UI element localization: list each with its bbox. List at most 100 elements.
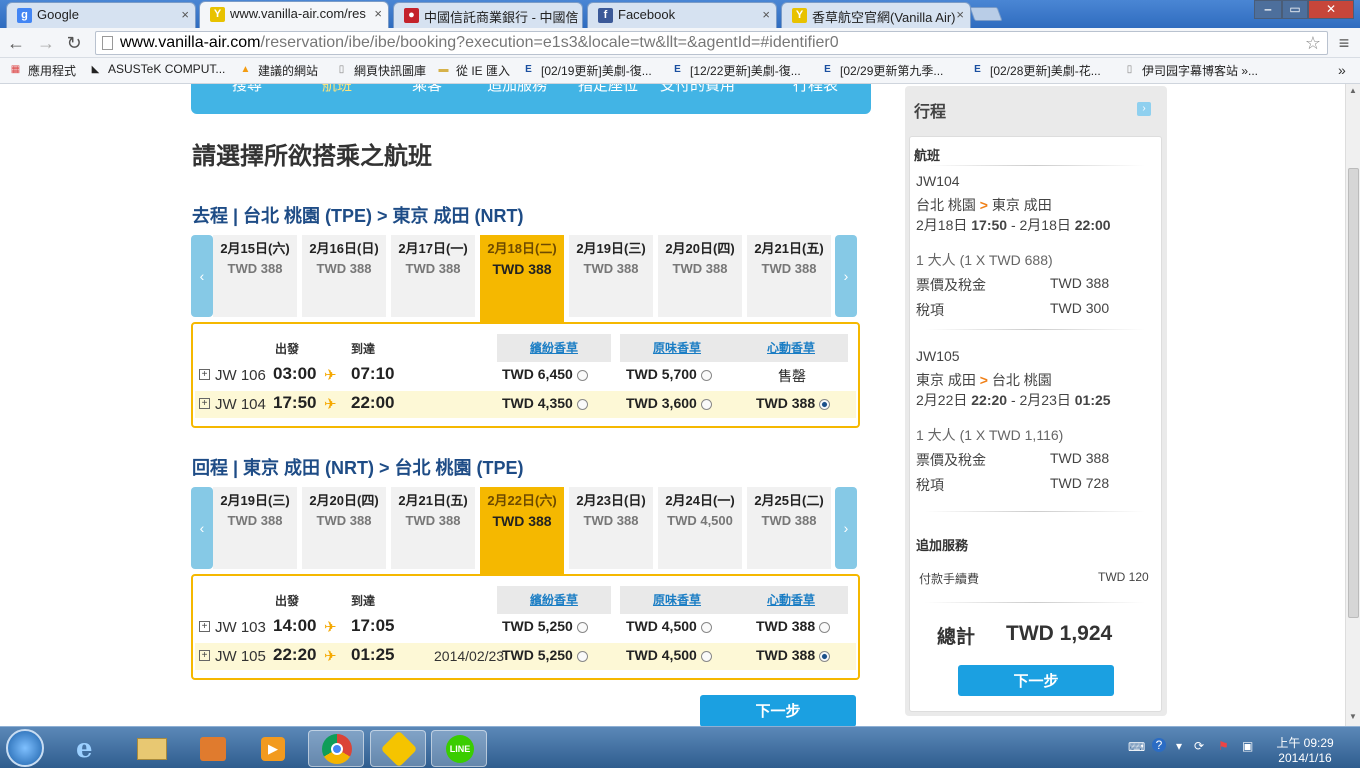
date-option[interactable]: 2月24日(一) TWD 4,500 [658, 487, 742, 569]
new-tab-button[interactable] [969, 7, 1003, 21]
step-item[interactable]: 乘客 [412, 84, 442, 95]
fare-radio[interactable] [576, 370, 588, 381]
chrome-icon[interactable] [308, 730, 364, 767]
flag-icon[interactable]: ⚑ [1218, 739, 1229, 753]
back-icon[interactable]: ← [5, 32, 27, 54]
fare-price[interactable]: TWD 5,250 [502, 618, 588, 634]
fare-price[interactable]: TWD 388 [756, 618, 831, 634]
date-option[interactable]: 2月22日(六) TWD 388 [480, 487, 564, 577]
fare-price[interactable]: TWD 5,250 [502, 647, 588, 663]
collapse-arrow-icon[interactable]: › [1137, 102, 1151, 116]
next-date-arrow[interactable]: › [835, 487, 857, 569]
clock-time[interactable]: 上午 09:29 [1268, 734, 1342, 751]
close-tab-icon[interactable]: × [374, 6, 382, 21]
date-option[interactable]: 2月21日(五) TWD 388 [747, 235, 831, 317]
fare-type-link[interactable]: 繽紛香草 [530, 593, 578, 607]
date-option[interactable]: 2月25日(二) TWD 388 [747, 487, 831, 569]
browser-tab[interactable]: ● 中國信託商業銀行 - 中國信 × [393, 2, 583, 28]
clock-date[interactable]: 2014/1/16 [1268, 751, 1342, 765]
fare-price[interactable]: TWD 4,500 [626, 618, 712, 634]
forward-icon[interactable]: → [35, 32, 57, 54]
date-option[interactable]: 2月20日(四) TWD 388 [302, 487, 386, 569]
fare-radio[interactable] [819, 622, 831, 633]
more-bookmarks[interactable]: » [1338, 62, 1346, 78]
bookmark-item[interactable]: ◣ ASUSTeK COMPUT... [88, 62, 226, 76]
fare-type-link[interactable]: 繽紛香草 [530, 341, 578, 355]
start-button-icon[interactable] [6, 729, 44, 767]
fare-type-header[interactable]: 心動香草 [734, 334, 848, 362]
prev-date-arrow[interactable]: ‹ [191, 235, 213, 317]
file-explorer-icon[interactable] [123, 730, 179, 767]
date-option[interactable]: 2月17日(一) TWD 388 [391, 235, 475, 317]
fare-price[interactable]: TWD 4,350 [502, 395, 588, 411]
step-item[interactable]: 航班 [322, 84, 352, 95]
fare-price[interactable]: TWD 6,450 [502, 366, 588, 382]
bookmark-item[interactable]: E [02/19更新]美劇-復... [521, 62, 652, 79]
tray-expand-icon[interactable]: ▾ [1176, 739, 1182, 753]
fare-type-header[interactable]: 原味香草 [620, 334, 734, 362]
date-option[interactable]: 2月18日(二) TWD 388 [480, 235, 564, 325]
sidebar-next-button[interactable]: 下一步 [958, 665, 1114, 696]
line-icon[interactable]: LINE [431, 730, 487, 767]
fare-radio[interactable] [700, 651, 712, 662]
fare-price[interactable]: TWD 388 [756, 395, 831, 411]
step-item[interactable]: 指定座位 [578, 84, 638, 95]
bookmark-item[interactable]: E [12/22更新]美劇-復... [670, 62, 801, 79]
address-bar[interactable]: www.vanilla-air.com/reservation/ibe/ibe/… [95, 31, 1328, 55]
sync-icon[interactable]: ⟳ [1194, 739, 1204, 753]
network-icon[interactable]: ▣ [1242, 739, 1253, 753]
scrollbar-thumb[interactable] [1348, 168, 1359, 618]
fare-radio[interactable] [819, 399, 831, 410]
browser-tab[interactable]: f Facebook × [587, 2, 777, 28]
close-tab-icon[interactable]: × [762, 7, 770, 22]
star-icon[interactable]: ☆ [1305, 32, 1321, 54]
expand-icon[interactable]: + [199, 621, 210, 632]
expand-icon[interactable]: + [199, 650, 210, 661]
expand-icon[interactable]: + [199, 398, 210, 409]
help-icon[interactable]: ? [1152, 738, 1166, 752]
expand-icon[interactable]: + [199, 369, 210, 380]
maximize-button[interactable]: ▭ [1282, 0, 1308, 19]
fare-radio[interactable] [819, 651, 831, 662]
browser-tab[interactable]: Ywww.vanilla-air.com/res × [199, 1, 389, 28]
fare-type-header[interactable]: 心動香草 [734, 586, 848, 614]
bookmark-item[interactable]: ▯ 伊司园字幕博客站 »... [1122, 62, 1258, 79]
internet-explorer-icon[interactable]: e [62, 730, 118, 767]
fare-type-header[interactable]: 繽紛香草 [497, 586, 611, 614]
fare-type-header[interactable]: 原味香草 [620, 586, 734, 614]
date-option[interactable]: 2月19日(三) TWD 388 [569, 235, 653, 317]
step-item[interactable]: 行程表 [793, 84, 838, 95]
fare-price[interactable]: TWD 5,700 [626, 366, 712, 382]
step-item[interactable]: 搜尋 [232, 84, 262, 95]
bookmark-item[interactable]: ▦ 應用程式 [8, 62, 76, 79]
menu-icon[interactable]: ≡ [1333, 32, 1355, 54]
keyboard-icon[interactable]: ⌨ [1128, 740, 1145, 754]
app-icon[interactable] [184, 730, 240, 767]
step-item[interactable]: 追加服務 [487, 84, 547, 95]
close-tab-icon[interactable]: × [181, 7, 189, 22]
browser-tab[interactable]: g Google × [6, 2, 196, 28]
fare-type-link[interactable]: 心動香草 [767, 593, 815, 607]
date-option[interactable]: 2月16日(日) TWD 388 [302, 235, 386, 317]
fare-price[interactable]: TWD 4,500 [626, 647, 712, 663]
minimize-button[interactable]: ‒ [1254, 0, 1282, 19]
vanilla-app-icon[interactable] [370, 730, 426, 768]
close-tab-icon[interactable]: × [956, 7, 964, 22]
fare-radio[interactable] [700, 399, 712, 410]
fare-radio[interactable] [576, 622, 588, 633]
bookmark-item[interactable]: ▯ 網頁快訊圖庫 [334, 62, 426, 79]
fare-radio[interactable] [700, 370, 712, 381]
fare-radio[interactable] [700, 622, 712, 633]
browser-tab[interactable]: Y 香草航空官網(Vanilla Air) × [781, 2, 971, 28]
fare-type-header[interactable]: 繽紛香草 [497, 334, 611, 362]
fare-radio[interactable] [576, 399, 588, 410]
fare-type-link[interactable]: 原味香草 [653, 341, 701, 355]
fare-price[interactable]: TWD 3,600 [626, 395, 712, 411]
date-option[interactable]: 2月23日(日) TWD 388 [569, 487, 653, 569]
date-option[interactable]: 2月20日(四) TWD 388 [658, 235, 742, 317]
fare-price[interactable]: TWD 388 [756, 647, 831, 663]
bookmark-item[interactable]: E [02/29更新第九季... [820, 62, 943, 79]
date-option[interactable]: 2月19日(三) TWD 388 [213, 487, 297, 569]
bookmark-item[interactable]: E [02/28更新]美劇-花... [970, 62, 1101, 79]
reload-icon[interactable]: ↻ [63, 32, 85, 54]
